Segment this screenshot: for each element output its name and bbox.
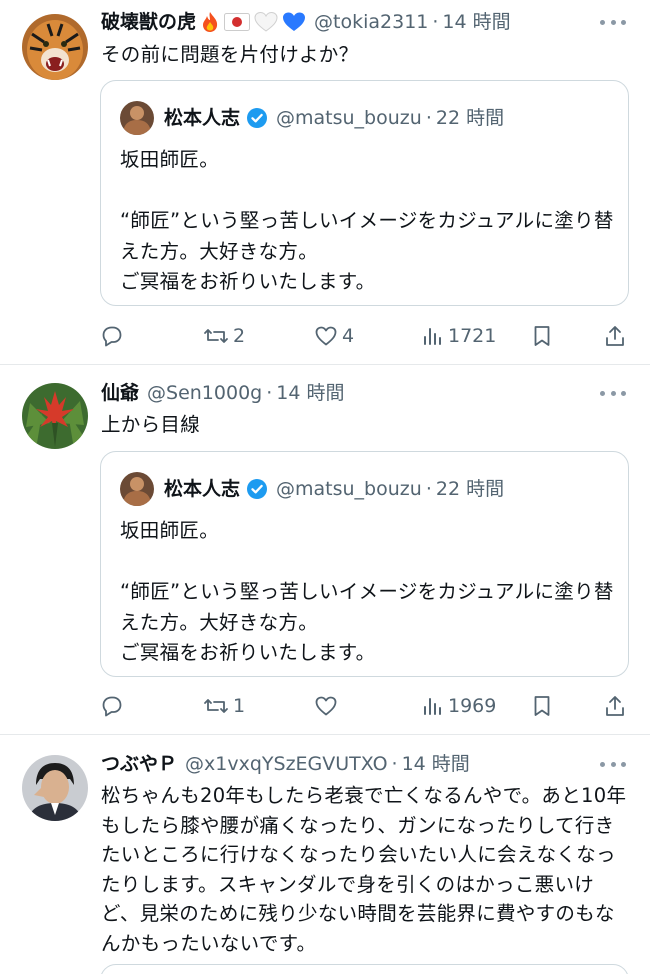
avatar-matsumoto	[120, 472, 154, 506]
action-bar: 2 4 1721	[100, 321, 630, 351]
retweet-count: 1	[233, 695, 246, 717]
share-icon	[606, 326, 624, 346]
quote-header: 松本人志 @matsu_bouzu · 22 時間	[120, 472, 504, 506]
retweet-count: 2	[233, 325, 246, 347]
bookmark-button[interactable]	[531, 321, 553, 351]
reply-icon	[102, 326, 122, 347]
timestamp[interactable]: 14 時間	[442, 9, 510, 35]
views-chart-icon	[424, 698, 441, 715]
reply-button[interactable]	[100, 321, 128, 351]
like-button[interactable]	[314, 691, 342, 721]
heart-icon	[315, 696, 337, 716]
tweet-header: つぶやＰ @x1vxqYSzEGVUTXO · 14 時間	[101, 751, 470, 777]
blue-heart-icon	[282, 11, 306, 33]
verified-badge-icon	[246, 478, 268, 500]
tweet-header: 破壊獣の虎 @tokia2311 · 14 時間	[101, 9, 511, 35]
tweet-text: 松ちゃんも20年もしたら老衰で亡くなるんやで。あと10年もしたら膝や腰が痛くなっ…	[101, 784, 627, 955]
retweet-icon	[204, 329, 228, 343]
white-heart-icon	[254, 11, 278, 33]
handle[interactable]: @x1vxqYSzEGVUTXO	[185, 751, 388, 777]
retweet-icon	[204, 699, 228, 713]
tweet[interactable]: 破壊獣の虎 @tokia2311 · 14 時間 その前に問題を片付けよか？ 松…	[0, 0, 650, 365]
separator-dot: ·	[391, 753, 398, 775]
timestamp[interactable]: 14 時間	[402, 751, 470, 777]
like-count: 4	[342, 325, 355, 347]
retweet-button[interactable]: 1	[203, 691, 245, 721]
like-button[interactable]: 4	[314, 321, 354, 351]
quote-handle: @matsu_bouzu	[276, 107, 422, 129]
views-button[interactable]: 1969	[422, 691, 496, 721]
fire-icon	[200, 11, 220, 33]
quoted-tweet[interactable]: 松本人志 @matsu_bouzu · 22 時間 坂田師匠。 “師匠”という堅…	[100, 451, 629, 677]
quoted-tweet[interactable]: 松本人志 @matsu_bouzu · 22 時間 坂田師匠。 “師匠”という堅…	[100, 80, 629, 306]
bookmark-button[interactable]	[531, 691, 553, 721]
avatar-plant[interactable]	[22, 383, 88, 449]
quote-timestamp: 22 時間	[435, 478, 505, 500]
more-options-icon[interactable]	[600, 17, 626, 27]
share-button[interactable]	[603, 691, 627, 721]
reply-icon	[102, 696, 122, 717]
view-count: 1969	[448, 695, 497, 717]
quote-text: 坂田師匠。 “師匠”という堅っ苦しいイメージをカジュアルに塗り替えた方。大好きな…	[120, 148, 614, 293]
display-name[interactable]: 仙爺	[101, 380, 139, 406]
display-name[interactable]: つぶやＰ	[101, 751, 177, 777]
heart-icon	[315, 326, 337, 346]
verified-badge-icon	[246, 107, 268, 129]
tweet-text: その前に問題を片付けよか？	[101, 43, 359, 66]
quote-timestamp: 22 時間	[435, 107, 505, 129]
display-name[interactable]: 破壊獣の虎	[101, 9, 196, 35]
separator-dot: ·	[432, 11, 439, 33]
action-bar: 1 1969	[100, 691, 630, 721]
separator-dot: ·	[266, 382, 273, 404]
quote-text: 坂田師匠。 “師匠”という堅っ苦しいイメージをカジュアルに塗り替えた方。大好きな…	[120, 519, 614, 664]
views-chart-icon	[424, 328, 441, 345]
bookmark-icon	[534, 696, 550, 716]
more-options-icon[interactable]	[600, 388, 626, 398]
quote-display-name: 松本人志	[164, 107, 241, 129]
avatar-man[interactable]	[22, 755, 88, 821]
retweet-button[interactable]: 2	[203, 321, 245, 351]
avatar-matsumoto	[120, 101, 154, 135]
more-options-icon[interactable]	[600, 759, 626, 769]
avatar-tiger[interactable]	[22, 14, 88, 80]
views-button[interactable]: 1721	[422, 321, 496, 351]
quote-header: 松本人志 @matsu_bouzu · 22 時間	[120, 101, 504, 135]
separator-dot: ·	[425, 478, 432, 500]
share-icon	[606, 696, 624, 716]
share-button[interactable]	[603, 321, 627, 351]
handle[interactable]: @tokia2311	[314, 9, 428, 35]
tweet-header: 仙爺 @Sen1000g · 14 時間	[101, 380, 345, 406]
quote-display-name: 松本人志	[164, 478, 241, 500]
separator-dot: ·	[425, 107, 432, 129]
handle[interactable]: @Sen1000g	[147, 380, 262, 406]
view-count: 1721	[448, 325, 497, 347]
timestamp[interactable]: 14 時間	[276, 380, 344, 406]
tweet[interactable]: つぶやＰ @x1vxqYSzEGVUTXO · 14 時間 松ちゃんも20年もし…	[0, 735, 650, 974]
japan-flag-icon	[224, 12, 251, 32]
quote-handle: @matsu_bouzu	[276, 478, 422, 500]
tweet-text: 上から目線	[101, 413, 201, 436]
bookmark-icon	[534, 326, 550, 346]
tweet[interactable]: 仙爺 @Sen1000g · 14 時間 上から目線 松本人志 @matsu_b…	[0, 365, 650, 735]
reply-button[interactable]	[100, 691, 128, 721]
quoted-tweet[interactable]	[100, 964, 629, 974]
